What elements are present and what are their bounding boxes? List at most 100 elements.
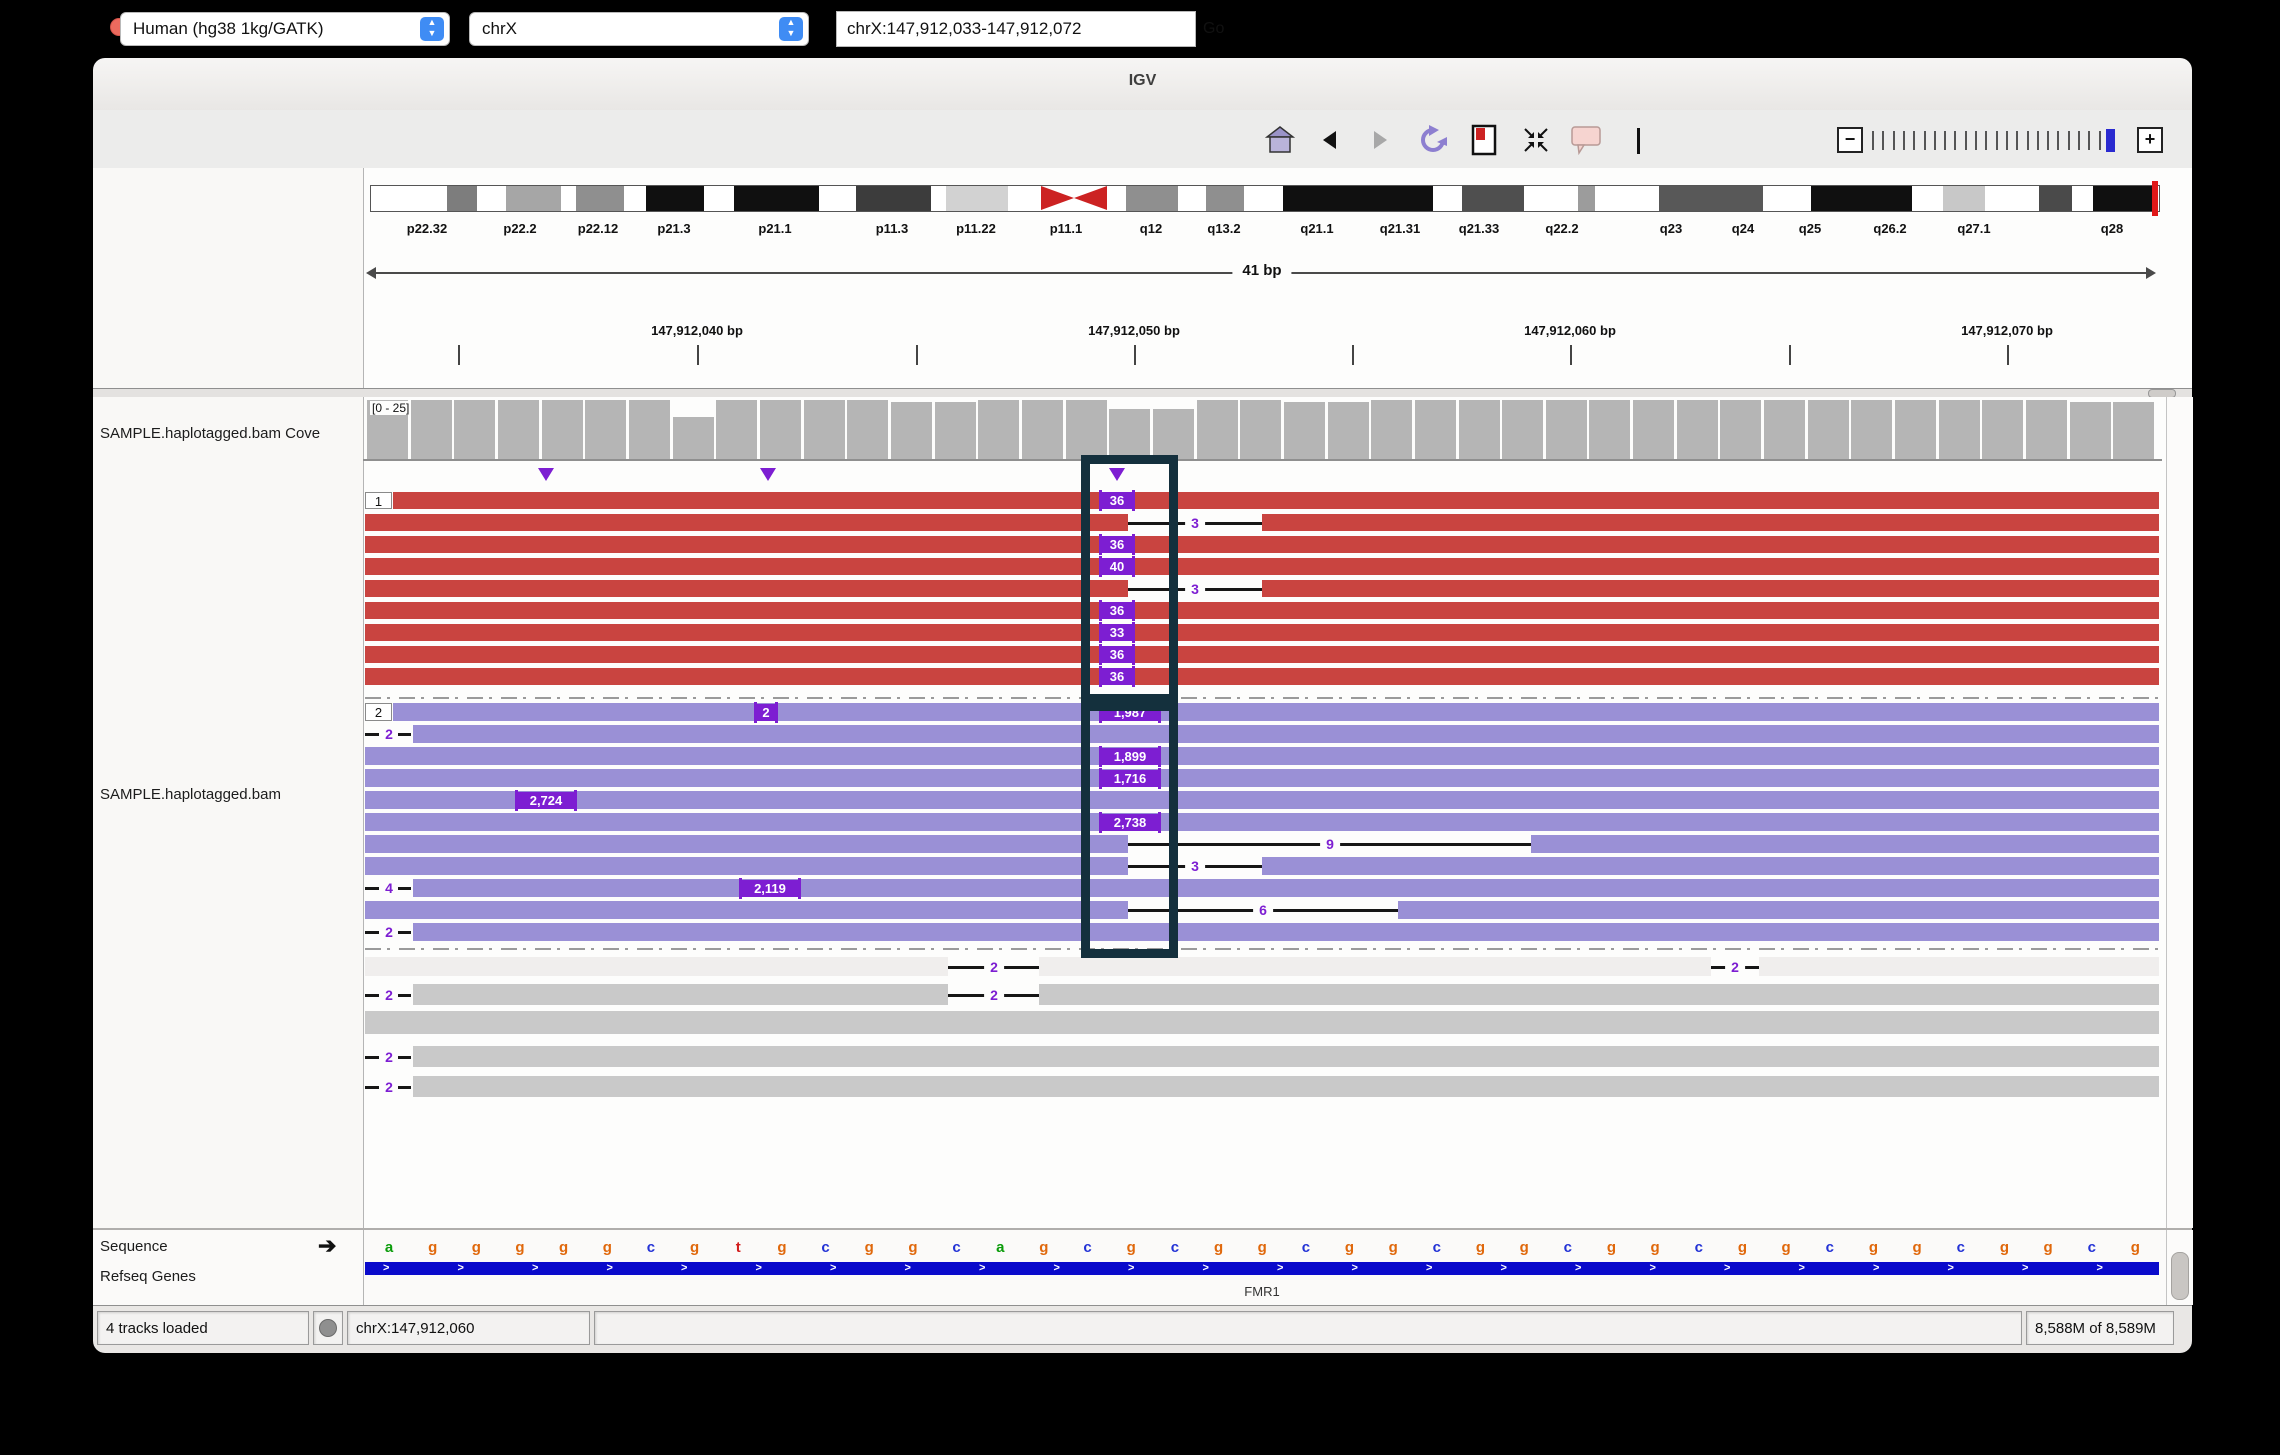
- strand-chevron-icon: >: [1650, 1262, 1656, 1275]
- zoom-slider-thumb[interactable]: [2106, 129, 2115, 152]
- read-segment[interactable]: [413, 1046, 2159, 1067]
- read-segment[interactable]: [413, 879, 2159, 897]
- forward-icon[interactable]: [1362, 122, 1398, 158]
- insertion-label[interactable]: 2,119: [742, 880, 798, 897]
- read-segment[interactable]: [393, 492, 2159, 509]
- insertion-marker-triangle[interactable]: [538, 468, 554, 481]
- coverage-bar: [716, 400, 757, 459]
- tracks-scrollbar-lane[interactable]: [2166, 397, 2193, 1228]
- strand-chevron-icon: >: [756, 1262, 762, 1275]
- ruler-tick: [458, 345, 460, 365]
- coverage-bar: [673, 417, 714, 459]
- read-segment[interactable]: [1759, 957, 2159, 976]
- refresh-icon[interactable]: [1415, 122, 1451, 158]
- read-segment[interactable]: [1039, 984, 2159, 1005]
- read-segment[interactable]: [365, 901, 1128, 919]
- coverage-bar: [1764, 400, 1805, 459]
- coverage-bar: [2113, 402, 2154, 459]
- genome-select[interactable]: Human (hg38 1kg/GATK) ▲▼: [120, 12, 450, 46]
- coverage-bar: [1720, 400, 1761, 459]
- sequence-scrollbar-lane[interactable]: [2166, 1230, 2193, 1305]
- read-segment[interactable]: [365, 747, 2159, 765]
- read-segment[interactable]: [365, 668, 2159, 685]
- chromosome-select[interactable]: chrX ▲▼: [469, 12, 809, 46]
- deletion-size-label: 2: [1725, 959, 1745, 975]
- read-segment[interactable]: [1531, 835, 2159, 853]
- read-segment[interactable]: [365, 558, 2159, 575]
- sequence-base: g: [902, 1239, 924, 1256]
- clip-marker-dash: [398, 733, 411, 736]
- genes-track-label[interactable]: Refseq Genes: [100, 1268, 196, 1285]
- cytoband: [1811, 186, 1912, 211]
- strand-chevron-icon: >: [1501, 1262, 1507, 1275]
- read-segment[interactable]: [365, 624, 2159, 641]
- coverage-bar: [847, 400, 888, 459]
- read-segment[interactable]: [413, 923, 2159, 941]
- read-segment[interactable]: [1039, 957, 1711, 976]
- sequence-base: g: [1382, 1239, 1404, 1256]
- read-segment[interactable]: [365, 857, 1128, 875]
- zoom-tick: [2037, 131, 2039, 150]
- fit-to-window-icon[interactable]: [1518, 122, 1554, 158]
- read-segment[interactable]: [1262, 514, 2159, 531]
- gene-name-label: FMR1: [1244, 1284, 1279, 1299]
- coverage-bar: [978, 400, 1019, 459]
- insertion-label[interactable]: 2,724: [518, 792, 574, 809]
- read-segment[interactable]: [393, 703, 2159, 721]
- sequence-base: c: [1164, 1239, 1186, 1256]
- read-segment[interactable]: [365, 580, 1128, 597]
- coverage-bar: [2026, 400, 2067, 459]
- alignment-track-name[interactable]: SAMPLE.haplotagged.bam: [100, 786, 281, 803]
- sequence-base: g: [465, 1239, 487, 1256]
- read-segment[interactable]: [365, 769, 2159, 787]
- read-segment[interactable]: [365, 1011, 2159, 1034]
- insertion-marker-triangle[interactable]: [760, 468, 776, 481]
- read-segment[interactable]: [365, 602, 2159, 619]
- sequence-base: a: [989, 1239, 1011, 1256]
- gene-body-bar[interactable]: [365, 1262, 2159, 1275]
- zoom-tick: [1893, 131, 1895, 150]
- coverage-bar: [1371, 400, 1412, 459]
- text-cursor-icon[interactable]: [1637, 128, 1640, 154]
- home-icon[interactable]: [1262, 122, 1298, 158]
- chevron-up-down-icon[interactable]: ▲▼: [779, 17, 803, 41]
- zoom-tick: [1944, 131, 1946, 150]
- read-segment[interactable]: [365, 791, 2159, 809]
- zoom-out-button[interactable]: −: [1837, 127, 1863, 153]
- read-segment[interactable]: [365, 957, 948, 976]
- read-segment[interactable]: [365, 514, 1128, 531]
- sequence-track-label[interactable]: Sequence: [100, 1238, 168, 1255]
- insertion-label[interactable]: 2: [757, 704, 775, 721]
- sequence-base: g: [509, 1239, 531, 1256]
- zoom-in-button[interactable]: +: [2137, 127, 2163, 153]
- read-segment[interactable]: [365, 536, 2159, 553]
- coverage-bar: [498, 400, 539, 459]
- coverage-track-name[interactable]: SAMPLE.haplotagged.bam Cove: [100, 425, 362, 442]
- read-segment[interactable]: [365, 813, 2159, 831]
- go-button[interactable]: Go: [1203, 20, 1224, 38]
- sequence-base: g: [858, 1239, 880, 1256]
- read-segment[interactable]: [413, 725, 2159, 743]
- strand-arrow-icon[interactable]: ➔: [318, 1236, 336, 1256]
- coverage-bar: [1109, 409, 1150, 459]
- sequence-base: c: [640, 1239, 662, 1256]
- locus-input[interactable]: chrX:147,912,033-147,912,072: [836, 11, 1196, 47]
- read-segment[interactable]: [365, 646, 2159, 663]
- locus-input-value: chrX:147,912,033-147,912,072: [847, 19, 1081, 39]
- read-segment[interactable]: [413, 1076, 2159, 1097]
- scrollbar-thumb[interactable]: [2171, 1252, 2189, 1300]
- read-segment[interactable]: [1262, 857, 2159, 875]
- chevron-up-down-icon[interactable]: ▲▼: [420, 17, 444, 41]
- read-segment[interactable]: [365, 835, 1128, 853]
- coverage-bar: [1546, 400, 1587, 459]
- read-segment[interactable]: [1398, 901, 2159, 919]
- read-segment[interactable]: [413, 984, 948, 1005]
- define-region-icon[interactable]: [1466, 122, 1502, 158]
- chromosome-ideogram[interactable]: [370, 185, 2160, 212]
- back-icon[interactable]: [1312, 122, 1348, 158]
- tooltip-bubble-icon[interactable]: [1568, 122, 1604, 158]
- sequence-base: g: [1033, 1239, 1055, 1256]
- sequence-base: c: [1557, 1239, 1579, 1256]
- coverage-bar: [1153, 409, 1194, 459]
- read-segment[interactable]: [1262, 580, 2159, 597]
